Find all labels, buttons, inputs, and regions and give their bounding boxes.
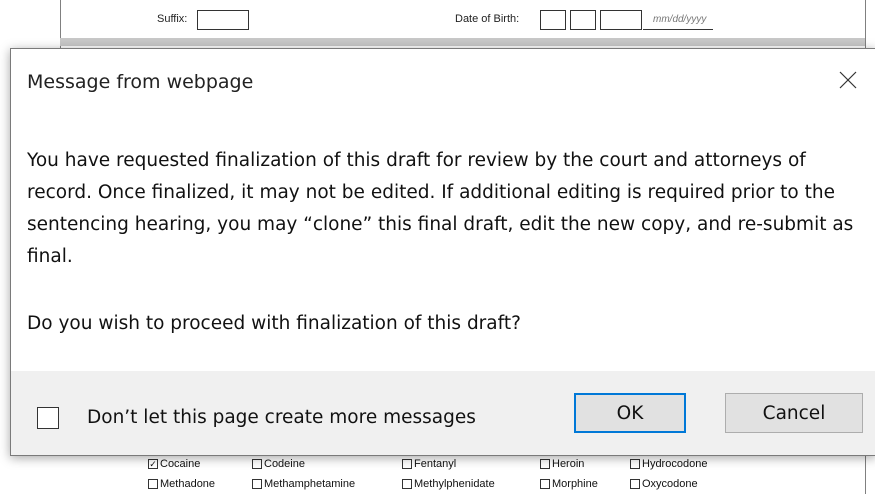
dob-month-input[interactable] (540, 10, 566, 30)
drug-checkbox-fentanyl[interactable]: Fentanyl (402, 458, 456, 470)
drug-checkbox-cocaine[interactable]: ✓ Cocaine (148, 458, 200, 470)
dialog-title: Message from webpage (27, 71, 254, 93)
dialog-question: Do you wish to proceed with finalization… (27, 313, 521, 334)
page: Suffix: Date of Birth: mm/dd/yyyy ✓ Coca… (0, 0, 875, 494)
dob-format-hint: mm/dd/yyyy (653, 14, 707, 25)
form-section-divider (60, 38, 865, 46)
checkbox-checked-icon[interactable]: ✓ (148, 459, 158, 469)
drug-checklist: ✓ Cocaine Codeine Fentanyl Heroin Hydroc… (60, 450, 865, 494)
drug-checkbox-codeine[interactable]: Codeine (252, 458, 305, 470)
suppress-messages-label[interactable]: Don’t let this page create more messages (87, 407, 476, 428)
checkbox-icon[interactable] (630, 479, 640, 489)
drug-checkbox-methamphetamine[interactable]: Methamphetamine (252, 478, 355, 490)
form-row-name: Suffix: Date of Birth: mm/dd/yyyy (0, 0, 875, 40)
suppress-messages-checkbox[interactable] (37, 407, 59, 429)
drug-checkbox-oxycodone[interactable]: Oxycodone (630, 478, 698, 490)
cancel-button[interactable]: Cancel (725, 393, 863, 433)
checkbox-icon[interactable] (540, 479, 550, 489)
close-button[interactable] (833, 65, 863, 95)
checkbox-icon[interactable] (252, 479, 262, 489)
dob-label: Date of Birth: (455, 13, 520, 25)
drug-checkbox-methylphenidate[interactable]: Methylphenidate (402, 478, 495, 490)
checkbox-icon[interactable] (540, 459, 550, 469)
dob-day-input[interactable] (570, 10, 596, 30)
dob-underline (643, 29, 713, 30)
checkbox-icon[interactable] (148, 479, 158, 489)
checkbox-icon[interactable] (402, 479, 412, 489)
suffix-label: Suffix: (157, 13, 188, 25)
dob-year-input[interactable] (600, 10, 642, 30)
message-dialog: Message from webpage You have requested … (10, 48, 875, 456)
drug-checkbox-methadone[interactable]: Methadone (148, 478, 215, 490)
checkbox-icon[interactable] (402, 459, 412, 469)
checkbox-icon[interactable] (630, 459, 640, 469)
drug-checkbox-morphine[interactable]: Morphine (540, 478, 598, 490)
close-icon[interactable] (838, 70, 858, 90)
suffix-input[interactable] (197, 10, 249, 30)
dialog-message: You have requested finalization of this … (27, 150, 854, 267)
dialog-footer: Don’t let this page create more messages… (11, 371, 875, 455)
ok-button[interactable]: OK (574, 393, 686, 433)
drug-checkbox-hydrocodone[interactable]: Hydrocodone (630, 458, 707, 470)
checkbox-icon[interactable] (252, 459, 262, 469)
drug-checkbox-heroin[interactable]: Heroin (540, 458, 584, 470)
